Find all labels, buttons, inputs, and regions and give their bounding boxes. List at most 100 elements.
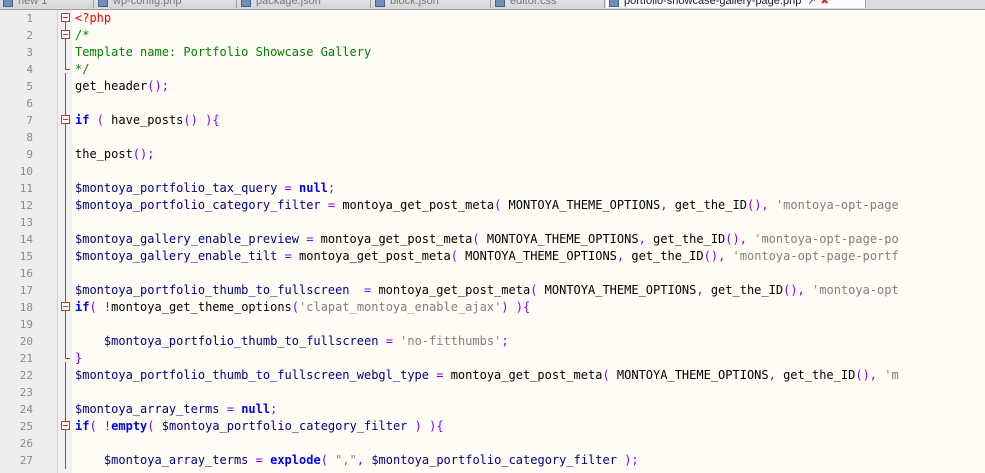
code-token: "," xyxy=(335,453,357,467)
code-line[interactable]: 6 xyxy=(0,95,985,112)
fold-line xyxy=(60,129,72,146)
code-line[interactable]: 8 xyxy=(0,129,985,146)
code-token: ){ xyxy=(429,419,444,433)
code-editor[interactable]: 1 <?php 2 /* 3 Template name: Portfolio Showc… xyxy=(0,10,985,469)
code-text: Template name: Portfolio Showcase Galler… xyxy=(75,44,371,61)
tab-4[interactable]: editor.css xyxy=(492,0,605,8)
code-line[interactable]: 13 xyxy=(0,214,985,231)
code-text: $montoya_portfolio_tax_query = null; xyxy=(75,180,335,197)
code-token: $montoya_array_terms xyxy=(103,453,249,467)
code-text: } xyxy=(75,350,82,367)
fold-line xyxy=(60,282,72,299)
code-line[interactable]: 7 if ( have_posts() ){ xyxy=(0,112,985,129)
code-line[interactable]: 16 xyxy=(0,265,985,282)
tab-bar: new 1 wp-config.php package.json block.json… xyxy=(0,0,985,10)
code-token: $montoya_portfolio_thumb_to_fullscreen xyxy=(103,334,379,348)
code-token: 'montoya-opt-page-portf xyxy=(732,249,899,263)
code-token: ( xyxy=(291,300,300,314)
tab-5[interactable]: portfolio-showcase-gallery-page.php ↗ ✖ xyxy=(606,0,866,8)
code-line[interactable]: 24 $montoya_array_terms = null; xyxy=(0,401,985,418)
code-token: $montoya_portfolio_thumb_to_fullscreen_w… xyxy=(75,368,430,382)
code-text: if ( have_posts() ){ xyxy=(75,112,220,129)
fold-toggle-icon[interactable] xyxy=(60,418,72,435)
close-icon[interactable]: ✖ xyxy=(821,0,829,7)
code-token: 'm xyxy=(884,368,899,382)
code-token: ; xyxy=(501,334,509,348)
tab-0[interactable]: new 1 xyxy=(0,0,94,8)
code-line[interactable]: 21} xyxy=(0,350,985,367)
code-line[interactable]: 23 xyxy=(0,384,985,401)
code-line[interactable]: 15 $montoya_gallery_enable_tilt = montoya… xyxy=(0,248,985,265)
fold-toggle-icon[interactable] xyxy=(60,112,72,129)
code-token: ){ xyxy=(205,113,220,127)
tab-label: package.json xyxy=(256,0,321,7)
code-token: 'no-fitthumbs' xyxy=(400,334,502,348)
code-token: $montoya_portfolio_category_filter xyxy=(75,198,321,212)
pin-icon[interactable]: ↗ xyxy=(807,0,816,7)
fold-toggle-icon[interactable] xyxy=(60,27,72,44)
code-text: $montoya_gallery_enable_preview = montoy… xyxy=(75,231,899,248)
fold-line xyxy=(60,367,72,384)
fold-line xyxy=(60,350,72,367)
code-token: ( xyxy=(147,419,155,433)
code-text: $montoya_portfolio_thumb_to_fullscreen =… xyxy=(75,333,509,350)
code-line[interactable]: 1 <?php xyxy=(0,10,985,27)
code-token: , xyxy=(768,368,776,382)
fold-line xyxy=(60,452,72,469)
line-number: 27 xyxy=(19,454,33,467)
code-token: MONTOYA_THEME_OPTIONS xyxy=(537,283,697,297)
code-line[interactable]: 4 */ xyxy=(0,61,985,78)
code-token: 'montoya-opt-page xyxy=(775,198,899,212)
line-number: 1 xyxy=(26,12,33,25)
code-line[interactable]: 20 $montoya_portfolio_thumb_to_fullscree… xyxy=(0,333,985,350)
code-line[interactable]: 17 $montoya_portfolio_thumb_to_fullscreen… xyxy=(0,282,985,299)
code-line[interactable]: 22 $montoya_portfolio_thumb_to_fullscreen… xyxy=(0,367,985,384)
line-number: 3 xyxy=(26,46,33,59)
code-line[interactable]: 2 /* xyxy=(0,27,985,44)
fold-line xyxy=(60,231,72,248)
code-line[interactable]: 3 Template name: Portfolio Showcase Galle… xyxy=(0,44,985,61)
code-text: if( !empty( $montoya_portfolio_category_… xyxy=(75,418,444,435)
code-token: if xyxy=(75,300,90,314)
code-token: $montoya_portfolio_tax_query xyxy=(75,181,278,195)
code-line[interactable]: 14 $montoya_gallery_enable_preview = mont… xyxy=(0,231,985,248)
code-token: ) xyxy=(501,300,509,314)
code-line[interactable]: 10 xyxy=(0,163,985,180)
code-token: MONTOYA_THEME_OPTIONS xyxy=(457,249,617,263)
code-line[interactable]: 19 xyxy=(0,316,985,333)
code-token: ( xyxy=(89,300,97,314)
fold-line xyxy=(60,265,72,282)
code-line[interactable]: 12 $montoya_portfolio_category_filter = m… xyxy=(0,197,985,214)
fold-toggle-icon[interactable] xyxy=(60,299,72,316)
tab-1[interactable]: wp-config.php xyxy=(95,0,237,8)
code-token: get_the_ID xyxy=(775,368,856,382)
code-token: ; xyxy=(270,402,278,416)
code-text: */ xyxy=(75,61,89,78)
line-number: 23 xyxy=(19,386,33,399)
tab-label: wp-config.php xyxy=(113,0,182,7)
code-line[interactable]: 9 the_post(); xyxy=(0,146,985,163)
code-line[interactable]: 26 xyxy=(0,435,985,452)
code-token: (); xyxy=(147,79,169,93)
tab-3[interactable]: block.json xyxy=(372,0,491,8)
code-line[interactable]: 18 if( !montoya_get_theme_options('clapat… xyxy=(0,299,985,316)
code-token: (), xyxy=(855,368,878,382)
code-line[interactable]: 25 if( !empty( $montoya_portfolio_categor… xyxy=(0,418,985,435)
line-number: 19 xyxy=(19,318,33,331)
fold-toggle-icon[interactable] xyxy=(60,10,72,27)
code-token: Template name: Portfolio Showcase Galler… xyxy=(75,45,372,59)
code-line[interactable]: 5 get_header(); xyxy=(0,78,985,95)
line-number: 24 xyxy=(19,403,33,416)
code-text: $montoya_portfolio_thumb_to_fullscreen =… xyxy=(75,282,899,299)
tab-2[interactable]: package.json xyxy=(238,0,371,8)
code-token: () xyxy=(183,113,198,127)
code-line[interactable]: 27 $montoya_array_terms = explode( ",", … xyxy=(0,452,985,469)
code-text: $montoya_array_terms = null; xyxy=(75,401,277,418)
code-text: $montoya_array_terms = explode( ",", $mo… xyxy=(75,452,639,469)
code-token: if xyxy=(75,113,90,127)
code-token: $montoya_portfolio_category_filter xyxy=(371,453,617,467)
code-line[interactable]: 11 $montoya_portfolio_tax_query = null; xyxy=(0,180,985,197)
code-token: ( xyxy=(96,113,104,127)
